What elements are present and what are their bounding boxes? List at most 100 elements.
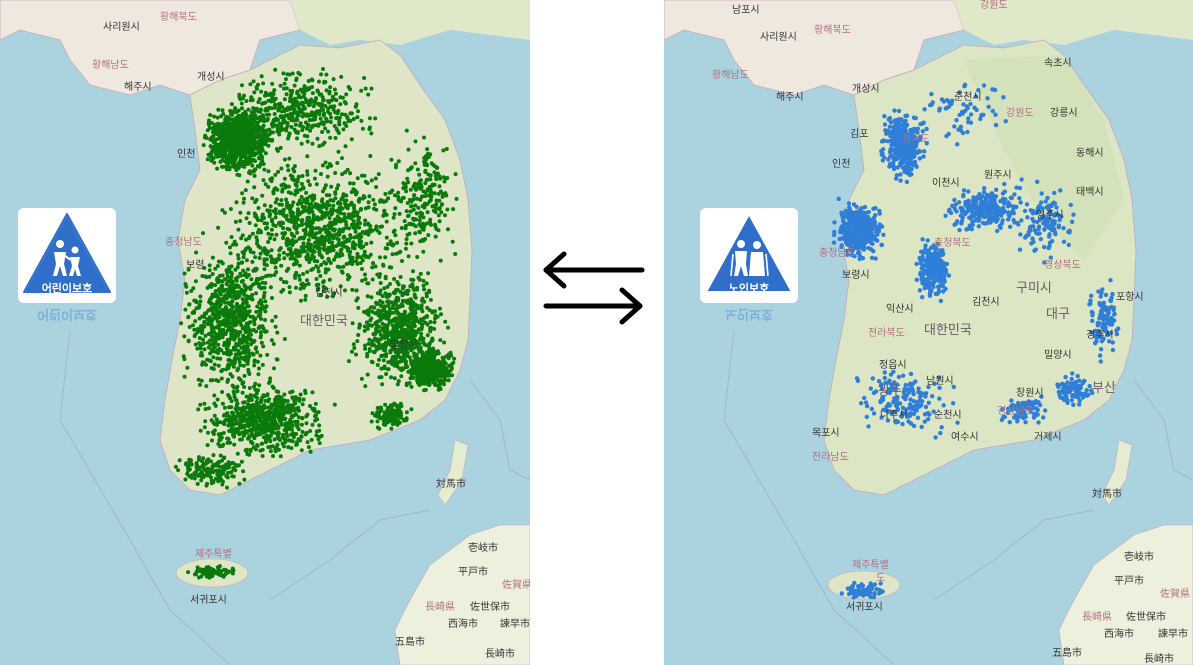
zone-dot (252, 414, 257, 419)
zone-dot (253, 255, 258, 260)
zone-dot (329, 163, 334, 168)
zone-dot (242, 196, 246, 201)
zone-dot (260, 405, 265, 409)
zone-dot (422, 156, 427, 160)
zone-dot (211, 367, 216, 371)
zone-dot (205, 357, 210, 362)
zone-dot (307, 182, 312, 187)
zone-dot (228, 251, 233, 256)
zone-dot (346, 85, 351, 89)
zone-dot (438, 387, 443, 391)
zone-dot (296, 427, 301, 432)
zone-dot (409, 407, 414, 412)
zone-dot (376, 308, 381, 313)
zone-dot (337, 115, 342, 120)
zone-dot (263, 226, 268, 231)
zone-dot (305, 139, 310, 144)
zone-dot (206, 430, 210, 435)
zone-dot (294, 285, 298, 290)
zone-dot (443, 365, 447, 370)
zone-dot (215, 348, 220, 353)
zone-dot (397, 211, 402, 216)
zone-dot (187, 302, 192, 307)
zone-dot (305, 169, 310, 174)
zone-dot (251, 125, 256, 130)
zone-dot (433, 222, 437, 227)
zone-dot (305, 154, 310, 159)
zone-dot (248, 403, 253, 408)
zone-dot (214, 332, 219, 337)
zone-dot (270, 318, 275, 323)
zone-dot (420, 352, 425, 357)
zone-dot (370, 341, 375, 346)
zone-dot (233, 219, 238, 224)
zone-dot (215, 150, 220, 155)
zone-dot (402, 352, 406, 357)
zone-dot (356, 305, 361, 310)
zone-dot (414, 357, 419, 362)
zone-dot (208, 136, 213, 141)
zone-dot (433, 174, 438, 178)
zone-dot (246, 211, 251, 216)
zone-dot (299, 181, 304, 186)
zone-dot (429, 161, 434, 166)
zone-dot (364, 311, 369, 316)
zone-dot (246, 267, 250, 272)
zone-dot (239, 101, 244, 106)
zone-dot (287, 239, 292, 244)
zone-dot (303, 297, 308, 302)
zone-dot (315, 417, 320, 422)
zone-dot (401, 181, 406, 186)
zone-dot (205, 157, 210, 162)
zone-dot (260, 362, 265, 367)
zone-dot (398, 401, 403, 406)
zone-dot (333, 254, 338, 259)
zone-dot (380, 321, 385, 326)
zone-dot (325, 174, 330, 179)
zone-dot (277, 397, 282, 402)
zone-dot (371, 197, 376, 202)
zone-dot (381, 315, 386, 320)
zone-dot (402, 312, 407, 317)
zone-dot (304, 255, 309, 260)
zone-dot (380, 382, 385, 387)
zone-dot (401, 418, 406, 423)
zone-dot (427, 382, 432, 387)
zone-dot (263, 437, 268, 442)
zone-dot (231, 345, 236, 350)
zone-dot (349, 137, 354, 142)
zone-dot (262, 128, 267, 133)
zone-dot (451, 207, 456, 212)
zone-dot (225, 123, 229, 128)
zone-dot (224, 164, 229, 169)
zone-dot (235, 389, 240, 394)
zone-dot (421, 278, 426, 283)
zone-dot (262, 246, 267, 251)
zone-dot (310, 422, 315, 427)
zone-dot (269, 179, 274, 184)
zone-dot (227, 394, 232, 399)
zone-dot (297, 408, 301, 413)
zone-dot (285, 426, 290, 431)
zone-dot (218, 145, 223, 150)
zone-dot (241, 469, 246, 474)
zone-dot (312, 259, 317, 263)
zone-dot (373, 176, 378, 181)
zone-dot (285, 403, 290, 408)
zone-dot (425, 305, 430, 310)
zone-dot (362, 76, 367, 80)
zone-dot (428, 320, 433, 324)
zone-dot (235, 451, 240, 456)
zone-dot (273, 215, 278, 220)
zone-dot (356, 219, 361, 224)
zone-dot (412, 292, 417, 297)
zone-dot (201, 323, 206, 328)
zone-dot (257, 282, 261, 287)
zone-dot (411, 278, 416, 282)
zone-dot (296, 202, 300, 207)
zone-dot (316, 269, 321, 274)
zone-dot (385, 246, 390, 251)
zone-dot (313, 202, 318, 207)
zone-dot (243, 155, 248, 160)
zone-dot (446, 378, 451, 383)
